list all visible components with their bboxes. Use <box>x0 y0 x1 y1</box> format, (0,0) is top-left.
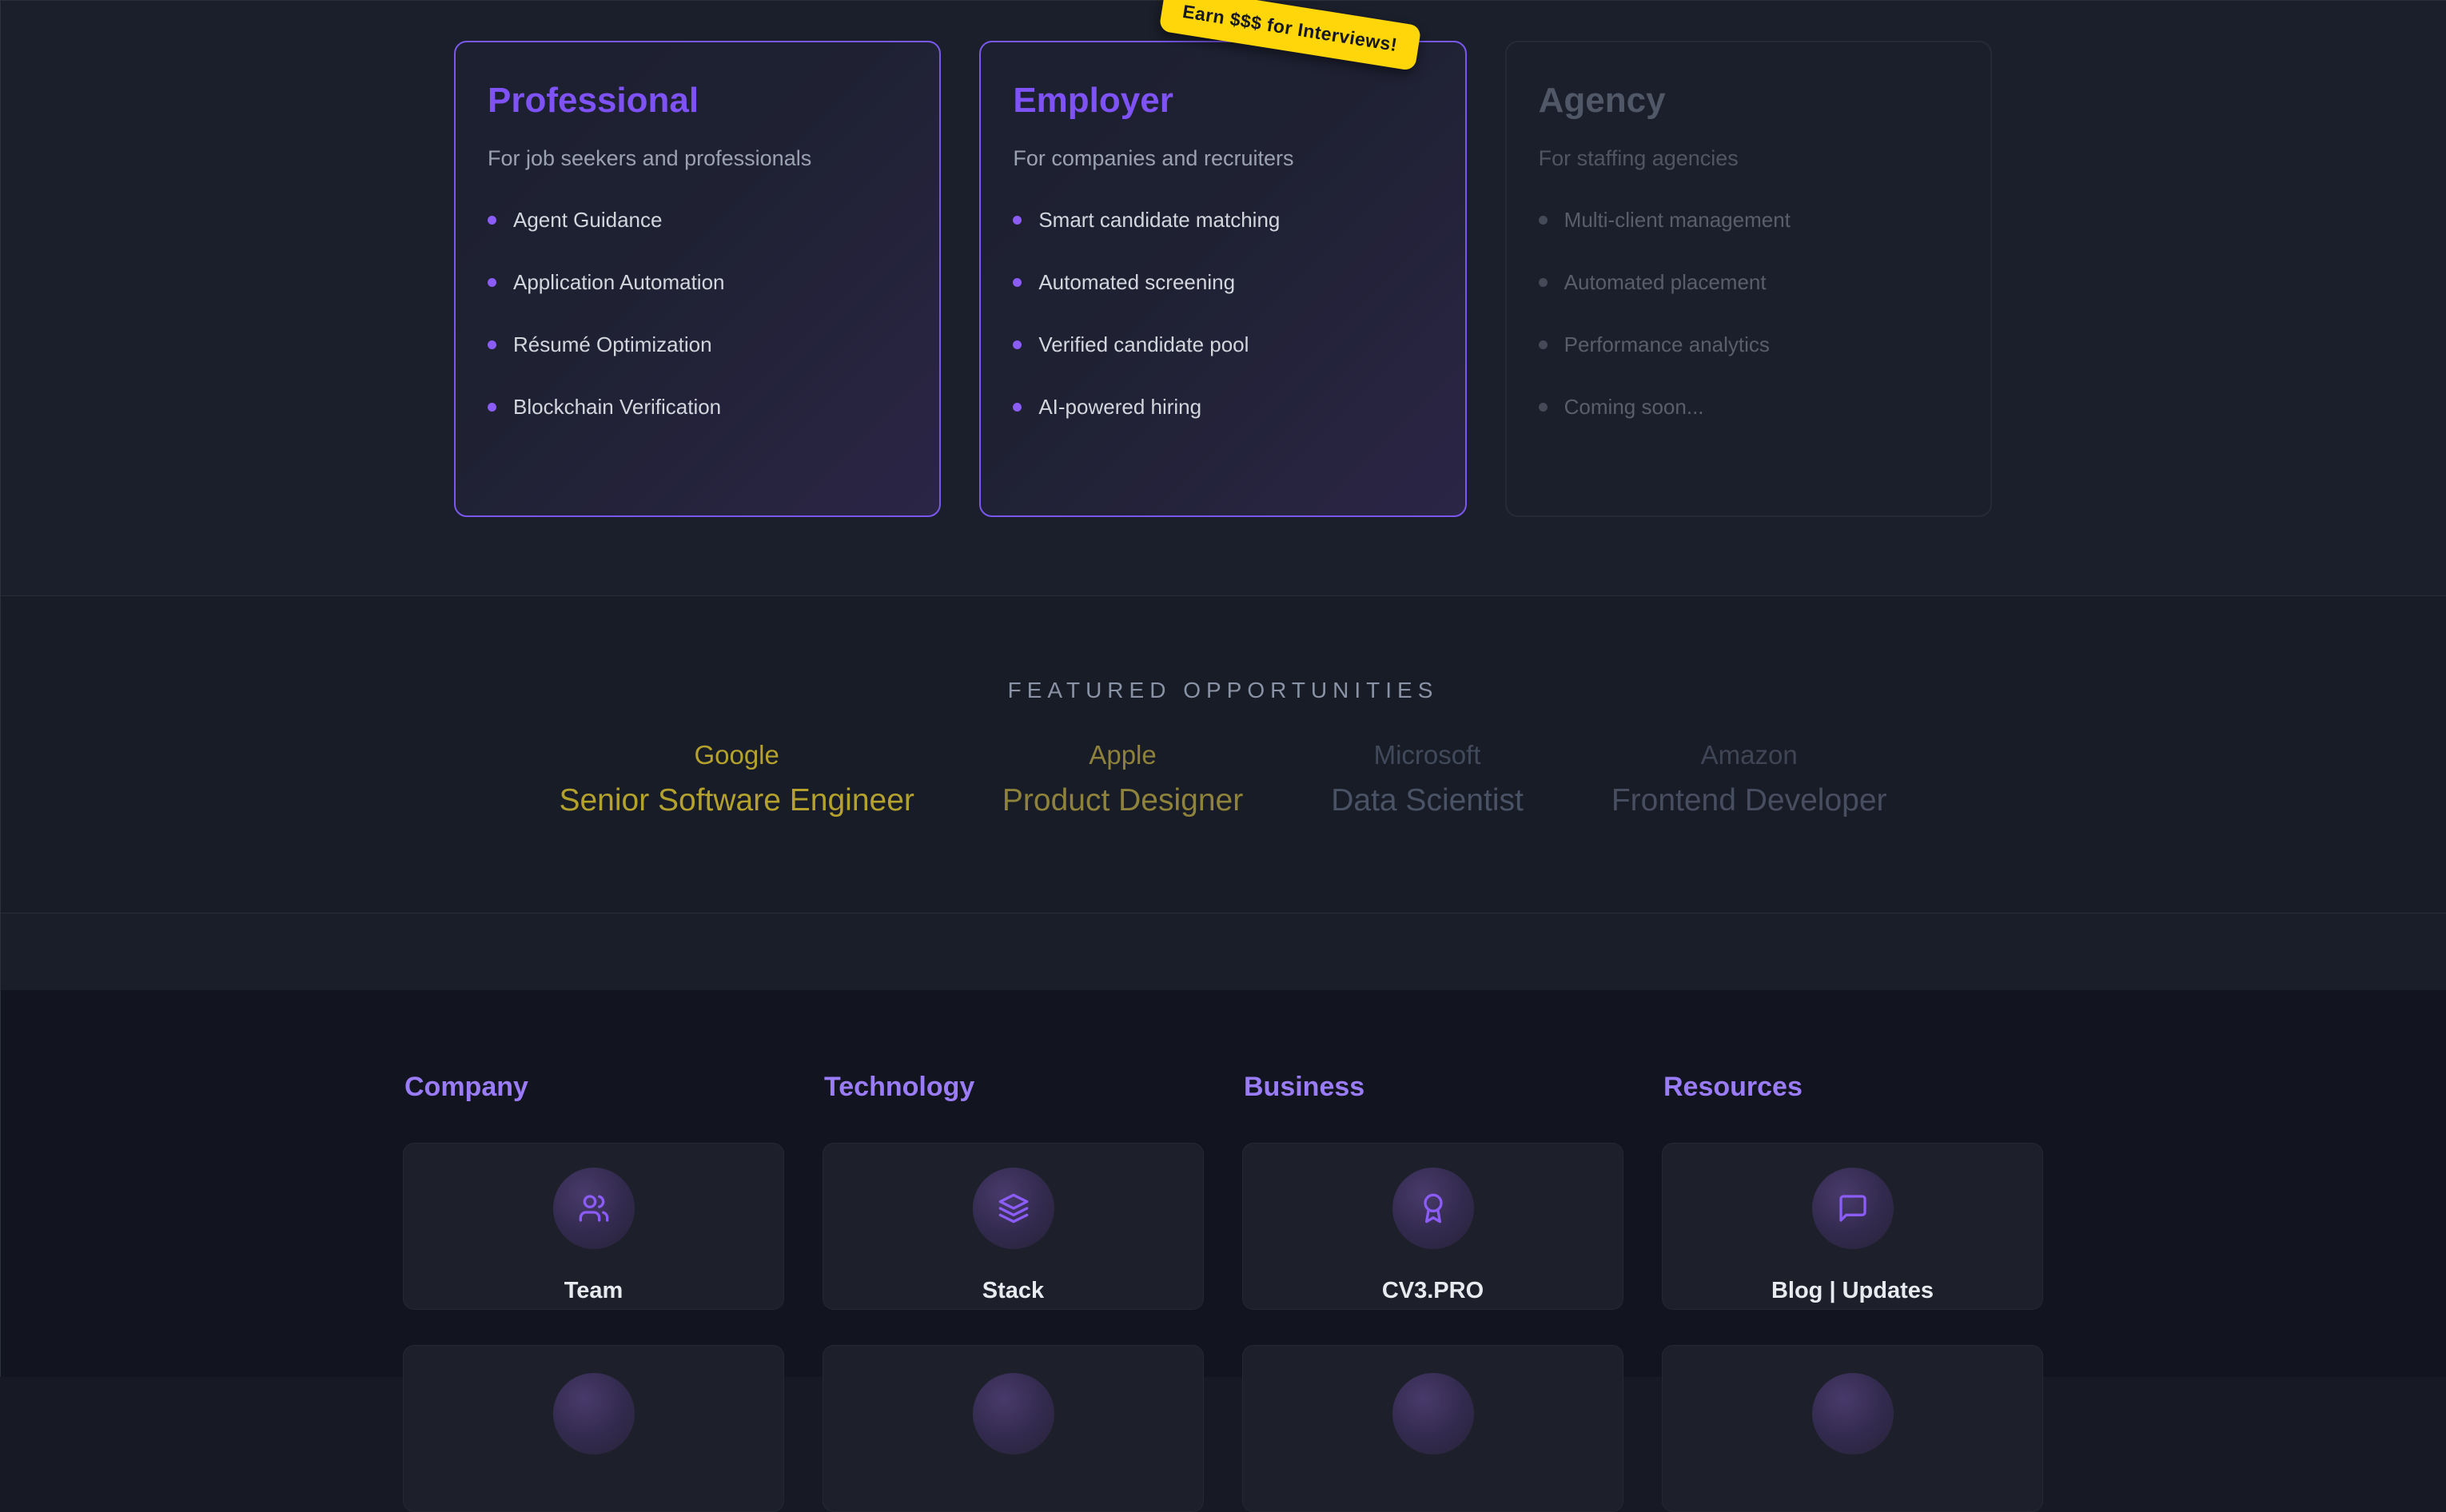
featured-jobs-row: Google Senior Software Engineer Apple Pr… <box>0 740 2446 818</box>
bullet-dot-icon <box>1539 403 1548 412</box>
featured-job-microsoft[interactable]: Microsoft Data Scientist <box>1331 740 1524 818</box>
plans-section: Earn $$$ for Interviews! Professional Fo… <box>0 0 2446 595</box>
plan-feature: AI-powered hiring <box>1013 395 1432 420</box>
message-square-icon <box>1837 1192 1869 1224</box>
icon-circle <box>1812 1168 1894 1249</box>
featured-job-amazon[interactable]: Amazon Frontend Developer <box>1611 740 1887 818</box>
plan-feature-list: Smart candidate matching Automated scree… <box>1013 208 1432 420</box>
job-title: Senior Software Engineer <box>559 783 914 818</box>
users-icon <box>578 1192 610 1224</box>
footer-heading: Resources <box>1663 1072 2043 1103</box>
footer-column-technology: Technology Stack <box>823 1072 1204 1512</box>
plan-feature: Smart candidate matching <box>1013 208 1432 233</box>
featured-opportunities-heading: FEATURED OPPORTUNITIES <box>0 596 2446 703</box>
job-company: Google <box>559 740 914 770</box>
plan-feature: Blockchain Verification <box>488 395 907 420</box>
footer-section: Company Team Technology Stack <box>0 990 2446 1377</box>
plan-subtitle: For job seekers and professionals <box>488 146 907 171</box>
footer-card-blog[interactable]: Blog | Updates <box>1662 1143 2043 1310</box>
footer-column-company: Company Team <box>403 1072 784 1512</box>
plan-feature: Agent Guidance <box>488 208 907 233</box>
bullet-dot-icon <box>1013 216 1022 225</box>
plan-feature-list: Multi-client management Automated placem… <box>1539 208 1958 420</box>
footer-card-partial[interactable] <box>403 1345 784 1512</box>
bullet-dot-icon <box>1539 278 1548 287</box>
featured-job-apple[interactable]: Apple Product Designer <box>1002 740 1243 818</box>
plan-feature: Automated placement <box>1539 270 1958 295</box>
icon-circle <box>1812 1373 1894 1454</box>
footer-card-team[interactable]: Team <box>403 1143 784 1310</box>
icon-circle <box>1392 1373 1474 1454</box>
plan-feature: Coming soon... <box>1539 395 1958 420</box>
footer-heading: Technology <box>824 1072 1204 1103</box>
icon-circle <box>973 1168 1054 1249</box>
footer-card-cv3pro[interactable]: CV3.PRO <box>1242 1143 1623 1310</box>
icon-circle <box>553 1373 635 1454</box>
footer-card-label: Stack <box>982 1278 1044 1304</box>
icon-circle <box>553 1168 635 1249</box>
footer-card-stack[interactable]: Stack <box>823 1143 1204 1310</box>
plan-card-professional[interactable]: Professional For job seekers and profess… <box>454 41 941 517</box>
bullet-dot-icon <box>488 278 496 287</box>
plan-feature: Application Automation <box>488 270 907 295</box>
featured-opportunities-section: FEATURED OPPORTUNITIES Google Senior Sof… <box>0 595 2446 913</box>
plan-feature-list: Agent Guidance Application Automation Ré… <box>488 208 907 420</box>
footer-card-partial[interactable] <box>1662 1345 2043 1512</box>
plan-title: Agency <box>1539 81 1958 121</box>
bullet-dot-icon <box>488 216 496 225</box>
featured-job-google[interactable]: Google Senior Software Engineer <box>559 740 914 818</box>
footer-card-label: CV3.PRO <box>1382 1278 1484 1304</box>
job-company: Microsoft <box>1331 740 1524 770</box>
icon-circle <box>1392 1168 1474 1249</box>
job-company: Amazon <box>1611 740 1887 770</box>
job-title: Product Designer <box>1002 783 1243 818</box>
plan-feature: Multi-client management <box>1539 208 1958 233</box>
bullet-dot-icon <box>1013 278 1022 287</box>
bullet-dot-icon <box>1013 340 1022 349</box>
plan-subtitle: For staffing agencies <box>1539 146 1958 171</box>
footer-card-partial[interactable] <box>1242 1345 1623 1512</box>
plan-title: Professional <box>488 81 907 121</box>
plan-card-employer[interactable]: Employer For companies and recruiters Sm… <box>979 41 1466 517</box>
plan-title: Employer <box>1013 81 1432 121</box>
job-company: Apple <box>1002 740 1243 770</box>
footer-card-label: Team <box>564 1278 623 1304</box>
plan-feature: Verified candidate pool <box>1013 332 1432 357</box>
footer-heading: Company <box>404 1072 784 1103</box>
bullet-dot-icon <box>488 403 496 412</box>
footer-grid: Company Team Technology Stack <box>403 1072 2043 1512</box>
job-title: Data Scientist <box>1331 783 1524 818</box>
plan-feature: Performance analytics <box>1539 332 1958 357</box>
plans-row: Earn $$$ for Interviews! Professional Fo… <box>454 1 1992 517</box>
icon-circle <box>973 1373 1054 1454</box>
footer-column-business: Business CV3.PRO <box>1242 1072 1623 1512</box>
footer-column-resources: Resources Blog | Updates <box>1662 1072 2043 1512</box>
award-icon <box>1417 1192 1449 1224</box>
bullet-dot-icon <box>1539 216 1548 225</box>
divider-strip <box>0 913 2446 990</box>
footer-card-partial[interactable] <box>823 1345 1204 1512</box>
footer-card-label: Blog | Updates <box>1771 1278 1934 1304</box>
bullet-dot-icon <box>1013 403 1022 412</box>
bullet-dot-icon <box>1539 340 1548 349</box>
plan-feature: Résumé Optimization <box>488 332 907 357</box>
footer-heading: Business <box>1244 1072 1623 1103</box>
bullet-dot-icon <box>488 340 496 349</box>
plan-subtitle: For companies and recruiters <box>1013 146 1432 171</box>
plan-feature: Automated screening <box>1013 270 1432 295</box>
job-title: Frontend Developer <box>1611 783 1887 818</box>
layers-icon <box>998 1192 1030 1224</box>
plan-card-agency: Agency For staffing agencies Multi-clien… <box>1505 41 1992 517</box>
